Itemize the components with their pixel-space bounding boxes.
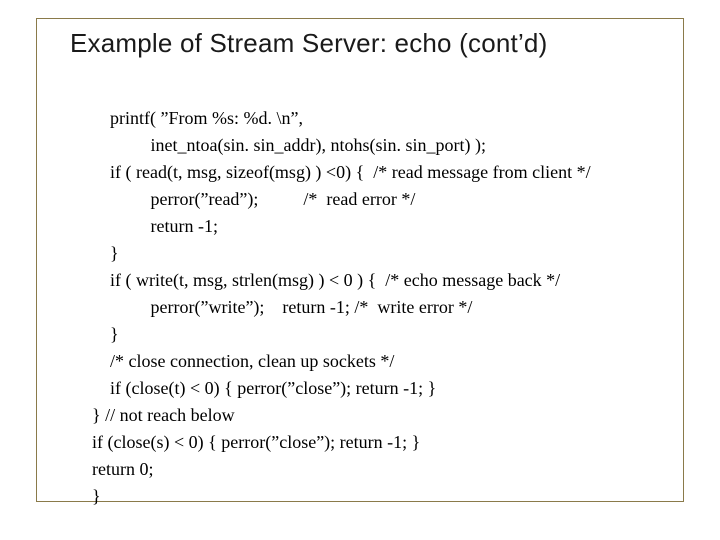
code-line: inet_ntoa(sin. sin_addr), ntohs(sin. sin… xyxy=(92,135,486,155)
code-line: return 0; xyxy=(92,459,153,479)
code-line: /* close connection, clean up sockets */ xyxy=(92,351,394,371)
code-line: if ( read(t, msg, sizeof(msg) ) <0) { /*… xyxy=(92,162,591,182)
code-line: return -1; xyxy=(92,216,218,236)
code-block: printf( ”From %s: %d. \n”, inet_ntoa(sin… xyxy=(92,78,660,510)
code-line: } // not reach below xyxy=(92,405,235,425)
code-line: perror(”write”); return -1; /* write err… xyxy=(92,297,472,317)
slide-title: Example of Stream Server: echo (cont’d) xyxy=(70,28,547,59)
code-line: } xyxy=(92,324,119,344)
code-line: if ( write(t, msg, strlen(msg) ) < 0 ) {… xyxy=(92,270,560,290)
code-line: if (close(t) < 0) { perror(”close”); ret… xyxy=(92,378,436,398)
code-line: printf( ”From %s: %d. \n”, xyxy=(92,108,303,128)
code-line: if (close(s) < 0) { perror(”close”); ret… xyxy=(92,432,420,452)
code-line: perror(”read”); /* read error */ xyxy=(92,189,415,209)
code-line: } xyxy=(92,243,119,263)
code-line: } xyxy=(92,486,101,506)
